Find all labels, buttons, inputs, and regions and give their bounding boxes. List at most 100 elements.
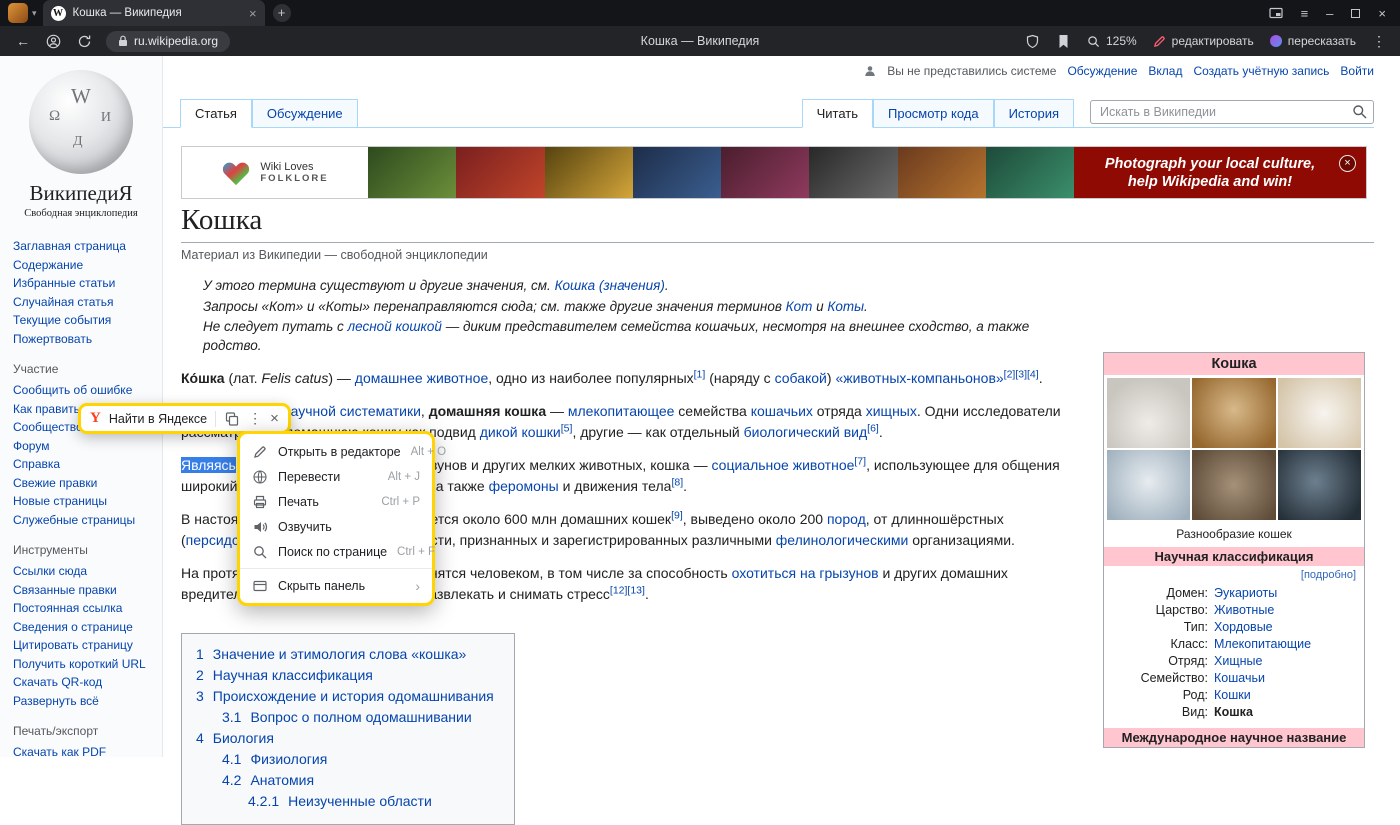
sidebar-item[interactable]: Скачать как PDF: [13, 743, 156, 757]
sidebar-item[interactable]: Форум: [13, 437, 156, 456]
zoom-indicator[interactable]: 125%: [1087, 34, 1137, 48]
sidebar-item[interactable]: Содержание: [13, 256, 156, 275]
toolbar-close-icon[interactable]: ×: [270, 411, 279, 426]
menu-item[interactable]: ПеревестиAlt + J: [240, 464, 432, 489]
cat-photo[interactable]: [1107, 450, 1190, 520]
article-link[interactable]: научной систематики: [283, 403, 421, 419]
menu-item-hide-panel[interactable]: Скрыть панель ›: [240, 573, 432, 598]
toc-item[interactable]: 4.2Анатомия: [196, 770, 494, 791]
sidebar-item[interactable]: Цитировать страницу: [13, 636, 156, 655]
cat-photo[interactable]: [1278, 450, 1361, 520]
personal-link[interactable]: Создать учётную запись: [1193, 64, 1329, 78]
cat-photo[interactable]: [1278, 378, 1361, 448]
article-link[interactable]: биологический вид: [744, 424, 868, 440]
tab-close-icon[interactable]: ×: [249, 6, 257, 21]
sidebar-item[interactable]: Скачать QR-код: [13, 673, 156, 692]
toc-item[interactable]: 2Научная классификация: [196, 665, 494, 686]
article-link[interactable]: млекопитающее: [568, 403, 675, 419]
cat-photo[interactable]: [1192, 378, 1275, 448]
new-tab-button[interactable]: +: [273, 4, 291, 22]
wikipedia-globe-logo[interactable]: WΩИД: [29, 70, 133, 174]
sidebar-item[interactable]: Заглавная страница: [13, 237, 156, 256]
find-in-yandex-label[interactable]: Найти в Яндексе: [109, 412, 207, 426]
menu-item[interactable]: Озвучить: [240, 514, 432, 539]
tab-Статья[interactable]: Статья: [180, 99, 252, 128]
taxonomy-value[interactable]: Млекопитающие: [1214, 636, 1356, 653]
minimize-icon[interactable]: –: [1326, 7, 1333, 20]
yandex-find-toolbar[interactable]: Y Найти в Яндексе ⋮ ×: [78, 403, 291, 434]
retell-button[interactable]: пересказать: [1270, 34, 1356, 48]
article-link[interactable]: собакой: [775, 370, 827, 386]
article-link[interactable]: кошачьих: [751, 403, 813, 419]
menu-icon[interactable]: ≡: [1301, 7, 1309, 20]
back-icon[interactable]: ←: [16, 34, 30, 48]
reference-link[interactable]: [7]: [854, 455, 866, 467]
banner-close-icon[interactable]: ×: [1339, 155, 1356, 172]
article-link[interactable]: хищных: [866, 403, 917, 419]
cat-photo[interactable]: [1107, 378, 1190, 448]
toc-item[interactable]: 4.1Физиология: [196, 749, 494, 770]
tab-История[interactable]: История: [994, 99, 1074, 128]
taxonomy-value[interactable]: Хордовые: [1214, 619, 1356, 636]
sidebar-item[interactable]: Сведения о странице: [13, 618, 156, 637]
reload-icon[interactable]: [77, 34, 92, 49]
more-options-icon[interactable]: ⋮: [1372, 34, 1386, 48]
menu-item[interactable]: Открыть в редактореAlt + O: [240, 439, 432, 464]
reference-link[interactable]: [5]: [561, 422, 573, 434]
tab-Читать[interactable]: Читать: [802, 99, 873, 128]
sidebar-item[interactable]: Развернуть всё: [13, 692, 156, 711]
sidebar-item[interactable]: Избранные статьи: [13, 274, 156, 293]
personal-link[interactable]: Войти: [1340, 64, 1374, 78]
cat-photo[interactable]: [1192, 450, 1275, 520]
article-link[interactable]: домашнее животное: [355, 370, 488, 386]
menu-item[interactable]: ПечатьCtrl + P: [240, 489, 432, 514]
edit-mode-button[interactable]: редактировать: [1153, 34, 1254, 48]
article-link[interactable]: «животных-компаньонов»: [835, 370, 1003, 386]
browser-profile-button[interactable]: [8, 3, 28, 23]
taxonomy-value[interactable]: Эукариоты: [1214, 585, 1356, 602]
article-link[interactable]: охотиться на грызунов: [732, 565, 879, 581]
personal-link[interactable]: Вклад: [1148, 64, 1182, 78]
user-icon[interactable]: [46, 34, 61, 49]
taxonomy-value[interactable]: Кошки: [1214, 687, 1356, 704]
article-link[interactable]: фелинологическими: [776, 532, 909, 548]
reference-link[interactable]: [9]: [671, 509, 683, 521]
article-link[interactable]: Коты: [827, 299, 864, 314]
sidebar-item[interactable]: Связанные правки: [13, 581, 156, 600]
search-input[interactable]: [1090, 100, 1374, 124]
bookmark-icon[interactable]: [1056, 34, 1071, 49]
toolbar-more-icon[interactable]: ⋮: [248, 410, 262, 427]
reference-link[interactable]: [2][3][4]: [1004, 368, 1039, 380]
sidebar-item[interactable]: Новые страницы: [13, 492, 156, 511]
infobox-details-link[interactable]: [подробно]: [1104, 566, 1364, 582]
search-icon[interactable]: [1352, 104, 1367, 119]
menu-item[interactable]: Поиск по страницеCtrl + F: [240, 539, 432, 564]
reference-link[interactable]: [1]: [694, 368, 706, 380]
taxonomy-value[interactable]: Кошачьи: [1214, 670, 1356, 687]
reference-link[interactable]: [6]: [867, 422, 879, 434]
tab-Просмотр кода[interactable]: Просмотр кода: [873, 99, 994, 128]
toc-item[interactable]: 4.2.1Неизученные области: [196, 791, 494, 812]
sidebar-item[interactable]: Текущие события: [13, 311, 156, 330]
chevron-down-icon[interactable]: ▾: [32, 8, 37, 19]
wiki-loves-folklore-banner[interactable]: Wiki Loves FOLKLORE Photograph your loca…: [181, 146, 1367, 199]
sidebar-item[interactable]: Свежие правки: [13, 474, 156, 493]
protect-icon[interactable]: [1025, 34, 1040, 49]
article-link[interactable]: дикой кошки: [480, 424, 561, 440]
sidebar-item[interactable]: Справка: [13, 455, 156, 474]
sidebar-item[interactable]: Служебные страницы: [13, 511, 156, 530]
personal-link[interactable]: Обсуждение: [1067, 64, 1137, 78]
toc-item[interactable]: 4Биология: [196, 728, 494, 749]
maximize-icon[interactable]: [1351, 7, 1360, 20]
toc-item[interactable]: 3.1Вопрос о полном одомашнивании: [196, 707, 494, 728]
reference-link[interactable]: [12][13]: [610, 584, 645, 596]
taxonomy-value[interactable]: Животные: [1214, 602, 1356, 619]
copy-icon[interactable]: [224, 411, 240, 427]
reference-link[interactable]: [8]: [671, 476, 683, 488]
pip-icon[interactable]: [1269, 6, 1283, 20]
sidebar-item[interactable]: Сообщить об ошибке: [13, 381, 156, 400]
sidebar-item[interactable]: Ссылки сюда: [13, 562, 156, 581]
taxonomy-value[interactable]: Хищные: [1214, 653, 1356, 670]
url-field[interactable]: ru.wikipedia.org: [106, 31, 230, 52]
tab-Обсуждение[interactable]: Обсуждение: [252, 99, 358, 128]
